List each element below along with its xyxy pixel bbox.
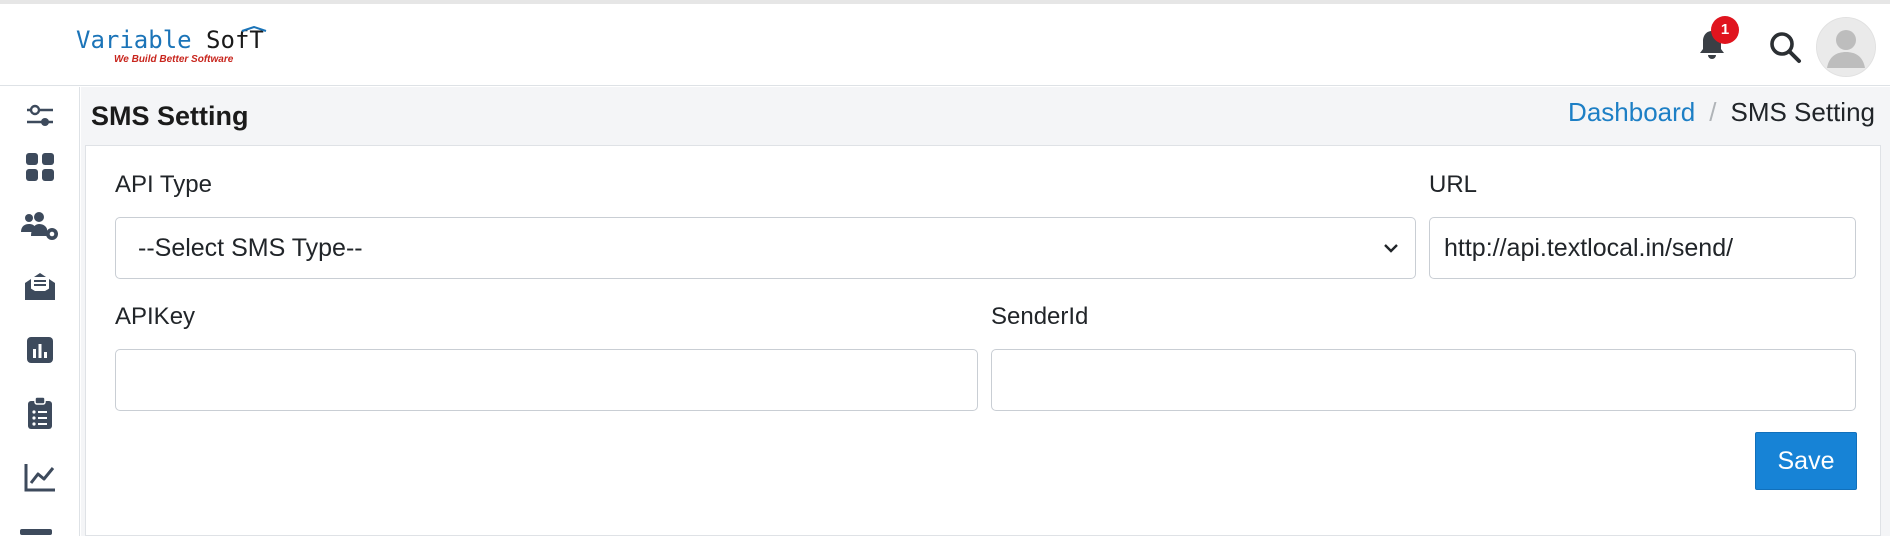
sliders-icon bbox=[27, 104, 53, 126]
brand-logo[interactable]: Variable SofT We Build Better Software bbox=[76, 26, 267, 70]
sidebar-item-more[interactable] bbox=[20, 529, 52, 535]
notification-badge: 1 bbox=[1711, 16, 1739, 44]
save-button[interactable]: Save bbox=[1755, 432, 1857, 490]
api-type-selected: --Select SMS Type-- bbox=[138, 233, 363, 262]
envelope-icon bbox=[25, 273, 55, 300]
logo-roof-mark bbox=[241, 26, 267, 32]
users-gear-icon bbox=[21, 212, 58, 240]
chevron-down-icon bbox=[1384, 244, 1398, 253]
sidebar-item-reports[interactable] bbox=[20, 330, 60, 370]
sidebar-item-tasks[interactable] bbox=[20, 393, 60, 433]
sms-setting-card: API Type --Select SMS Type-- URL http://… bbox=[85, 145, 1881, 536]
api-type-select[interactable]: --Select SMS Type-- bbox=[115, 217, 1416, 279]
breadcrumb-current: SMS Setting bbox=[1730, 97, 1875, 127]
sidebar-item-messages[interactable] bbox=[20, 267, 60, 307]
sidebar-item-dashboard[interactable] bbox=[20, 147, 60, 187]
api-key-input[interactable] bbox=[115, 349, 978, 411]
report-icon bbox=[27, 337, 53, 363]
sidebar-item-settings[interactable] bbox=[20, 96, 60, 136]
clipboard-icon bbox=[28, 396, 52, 429]
user-avatar-icon bbox=[1817, 18, 1875, 76]
main-content: SMS Setting Dashboard / SMS Setting API Ty… bbox=[81, 87, 1890, 536]
grid-icon bbox=[26, 153, 54, 181]
page-title: SMS Setting bbox=[91, 101, 249, 131]
sender-id-input[interactable] bbox=[991, 349, 1856, 411]
api-key-label: APIKey bbox=[115, 303, 196, 330]
url-input-value: http://api.textlocal.in/send/ bbox=[1444, 233, 1734, 262]
sender-id-label: SenderId bbox=[991, 303, 1089, 330]
breadcrumb-separator: / bbox=[1709, 97, 1717, 127]
breadcrumb-dashboard-link[interactable]: Dashboard bbox=[1568, 97, 1695, 127]
brand-name-part1: Variable bbox=[76, 26, 192, 54]
top-header: Variable SofT We Build Better Software 1 bbox=[0, 4, 1890, 86]
sidebar-item-analytics[interactable] bbox=[20, 457, 60, 497]
url-input[interactable]: http://api.textlocal.in/send/ bbox=[1429, 217, 1856, 279]
search-icon[interactable] bbox=[1768, 30, 1802, 64]
sidebar bbox=[0, 87, 80, 536]
brand-name: Variable SofT bbox=[76, 26, 264, 54]
brand-tagline: We Build Better Software bbox=[114, 54, 234, 65]
breadcrumb: Dashboard / SMS Setting bbox=[1568, 97, 1875, 128]
url-label: URL bbox=[1429, 171, 1478, 198]
sidebar-item-users[interactable] bbox=[20, 206, 60, 246]
api-type-label: API Type bbox=[115, 171, 212, 198]
line-chart-icon bbox=[24, 464, 55, 492]
user-avatar[interactable] bbox=[1817, 18, 1875, 76]
